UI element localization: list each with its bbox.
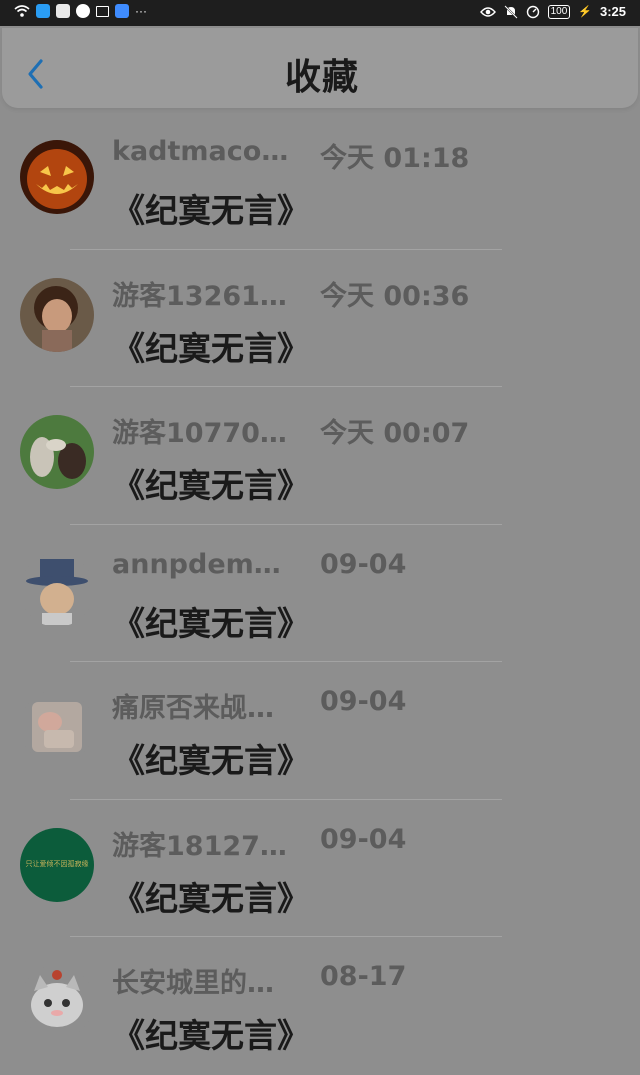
list-item[interactable]: 游客10770… 今天 00:07 《纪寞无言》 <box>0 387 640 525</box>
favorite-time: 今天 00:07 <box>320 418 470 449</box>
child-avatar-image <box>20 277 94 352</box>
avatar[interactable] <box>20 415 94 489</box>
favorite-time: 08-17 <box>320 961 407 992</box>
avatar[interactable] <box>20 140 94 214</box>
charging-icon: ⚡ <box>578 6 592 18</box>
user-name: kadtmacoc… <box>112 136 298 167</box>
alpaca-avatar-image <box>20 415 94 489</box>
more-icon: ··· <box>135 4 147 18</box>
avatar[interactable] <box>20 552 94 627</box>
favorite-time: 今天 01:18 <box>320 143 470 174</box>
pumpkin-avatar-image <box>20 140 94 214</box>
status-left-icons: ··· <box>14 4 147 18</box>
app-grid-icon <box>56 4 70 18</box>
book-title: 《纪寞无言》 <box>112 1016 310 1055</box>
book-title: 《纪寞无言》 <box>112 191 310 230</box>
cat-avatar-image <box>20 965 94 1039</box>
cloud-icon <box>115 4 129 18</box>
wechat-icon <box>76 4 90 18</box>
list-item[interactable]: kadtmacoc… 今天 01:18 《纪寞无言》 <box>0 112 640 250</box>
user-name: 游客10770… <box>112 418 287 449</box>
status-bar: ··· 100 ⚡ 3:25 <box>0 0 640 26</box>
book-title: 《纪寞无言》 <box>112 741 310 780</box>
favorite-time: 09-04 <box>320 686 407 717</box>
mute-icon <box>503 4 518 19</box>
list-item[interactable]: annpdeme… 09-04 《纪寞无言》 <box>0 525 640 662</box>
battery-icon: 100 <box>547 4 571 19</box>
list-item[interactable]: 痛原否来觇… 09-04 《纪寞无言》 <box>0 662 640 800</box>
user-name: 痛原否来觇… <box>112 693 274 724</box>
cartoon-hat-avatar-image <box>20 552 94 627</box>
favorite-time: 09-04 <box>320 548 407 580</box>
favorite-time: 09-04 <box>320 823 407 855</box>
avatar[interactable]: 只让爱倾不因孤寂缘 <box>20 827 94 902</box>
user-name: 游客13261… <box>112 280 287 312</box>
user-name: 长安城里的… <box>112 968 274 999</box>
wifi-icon <box>14 5 30 17</box>
status-right-icons: 100 ⚡ 3:25 <box>479 4 626 19</box>
book-title: 《纪寞无言》 <box>112 603 310 643</box>
baby-avatar-image <box>20 690 94 764</box>
avatar[interactable] <box>20 277 94 352</box>
avatar[interactable] <box>20 965 94 1039</box>
cart-icon <box>96 5 109 17</box>
favorite-time: 今天 00:36 <box>320 280 470 312</box>
user-name: 游客18127… <box>112 830 287 862</box>
header: 收藏 <box>2 28 638 108</box>
list-item[interactable]: 游客13261… 今天 00:36 《纪寞无言》 <box>0 250 640 387</box>
list-item[interactable]: 只让爱倾不因孤寂缘 游客18127… 09-04 《纪寞无言》 <box>0 800 640 937</box>
favorites-list: kadtmacoc… 今天 01:18 《纪寞无言》 游客13261… 今天 0… <box>0 112 640 1075</box>
green-badge-avatar-text: 只让爱倾不因孤寂缘 <box>25 859 89 868</box>
book-title: 《纪寞无言》 <box>112 328 310 368</box>
avatar[interactable] <box>20 690 94 764</box>
book-title: 《纪寞无言》 <box>112 466 310 505</box>
qq-icon <box>36 4 50 18</box>
eye-icon <box>479 6 496 17</box>
page-title: 收藏 <box>284 57 359 98</box>
data-saver-icon <box>526 5 539 18</box>
list-item[interactable]: 长安城里的… 08-17 《纪寞无言》 <box>0 937 640 1075</box>
user-name: annpdeme… <box>112 548 298 580</box>
book-title: 《纪寞无言》 <box>112 878 310 918</box>
clock: 3:25 <box>599 4 626 19</box>
